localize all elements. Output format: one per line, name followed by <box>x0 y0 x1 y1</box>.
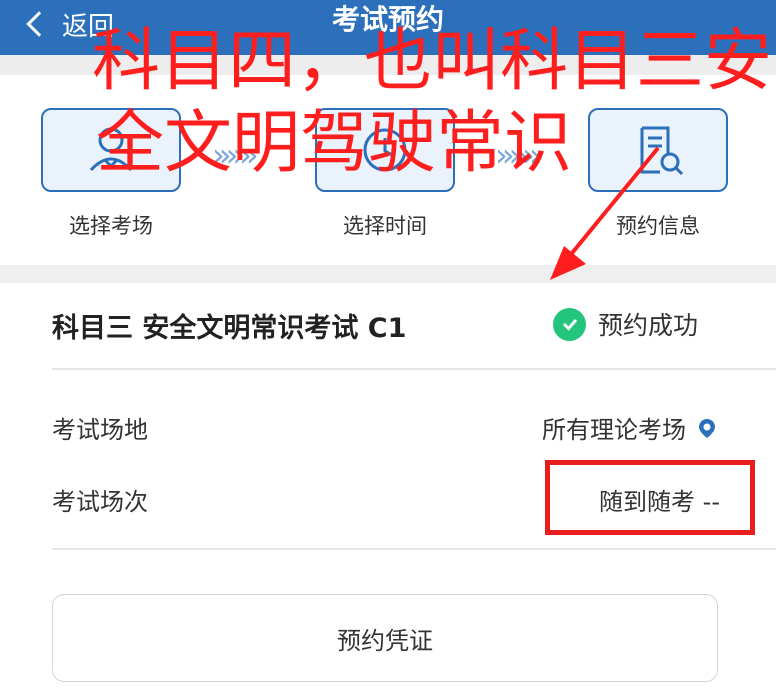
annotation-line-1: 科目四，也叫科目三安 <box>92 22 773 101</box>
voucher-label: 预约凭证 <box>337 626 433 655</box>
check-circle-icon <box>553 307 586 341</box>
step-label-venue: 选择考场 <box>69 214 153 238</box>
status-text: 预约成功 <box>598 311 699 340</box>
annotation-arrow-icon <box>550 146 660 280</box>
divider <box>52 368 776 370</box>
session-label: 考试场次 <box>52 488 148 516</box>
venue-label: 考试场地 <box>52 416 148 444</box>
annotation-line-2: 全文明驾驶常识 <box>96 104 573 183</box>
highlight-box <box>545 460 755 535</box>
venue-value[interactable]: 所有理论考场 <box>542 410 718 445</box>
step-label-time: 选择时间 <box>343 214 427 238</box>
location-pin-icon <box>699 418 715 438</box>
venue-value-text: 所有理论考场 <box>542 416 686 444</box>
divider <box>52 548 776 550</box>
status-badge: 预约成功 <box>553 306 698 342</box>
exam-title: 科目三 安全文明常识考试 C1 <box>52 313 407 344</box>
voucher-button[interactable]: 预约凭证 <box>52 594 718 682</box>
